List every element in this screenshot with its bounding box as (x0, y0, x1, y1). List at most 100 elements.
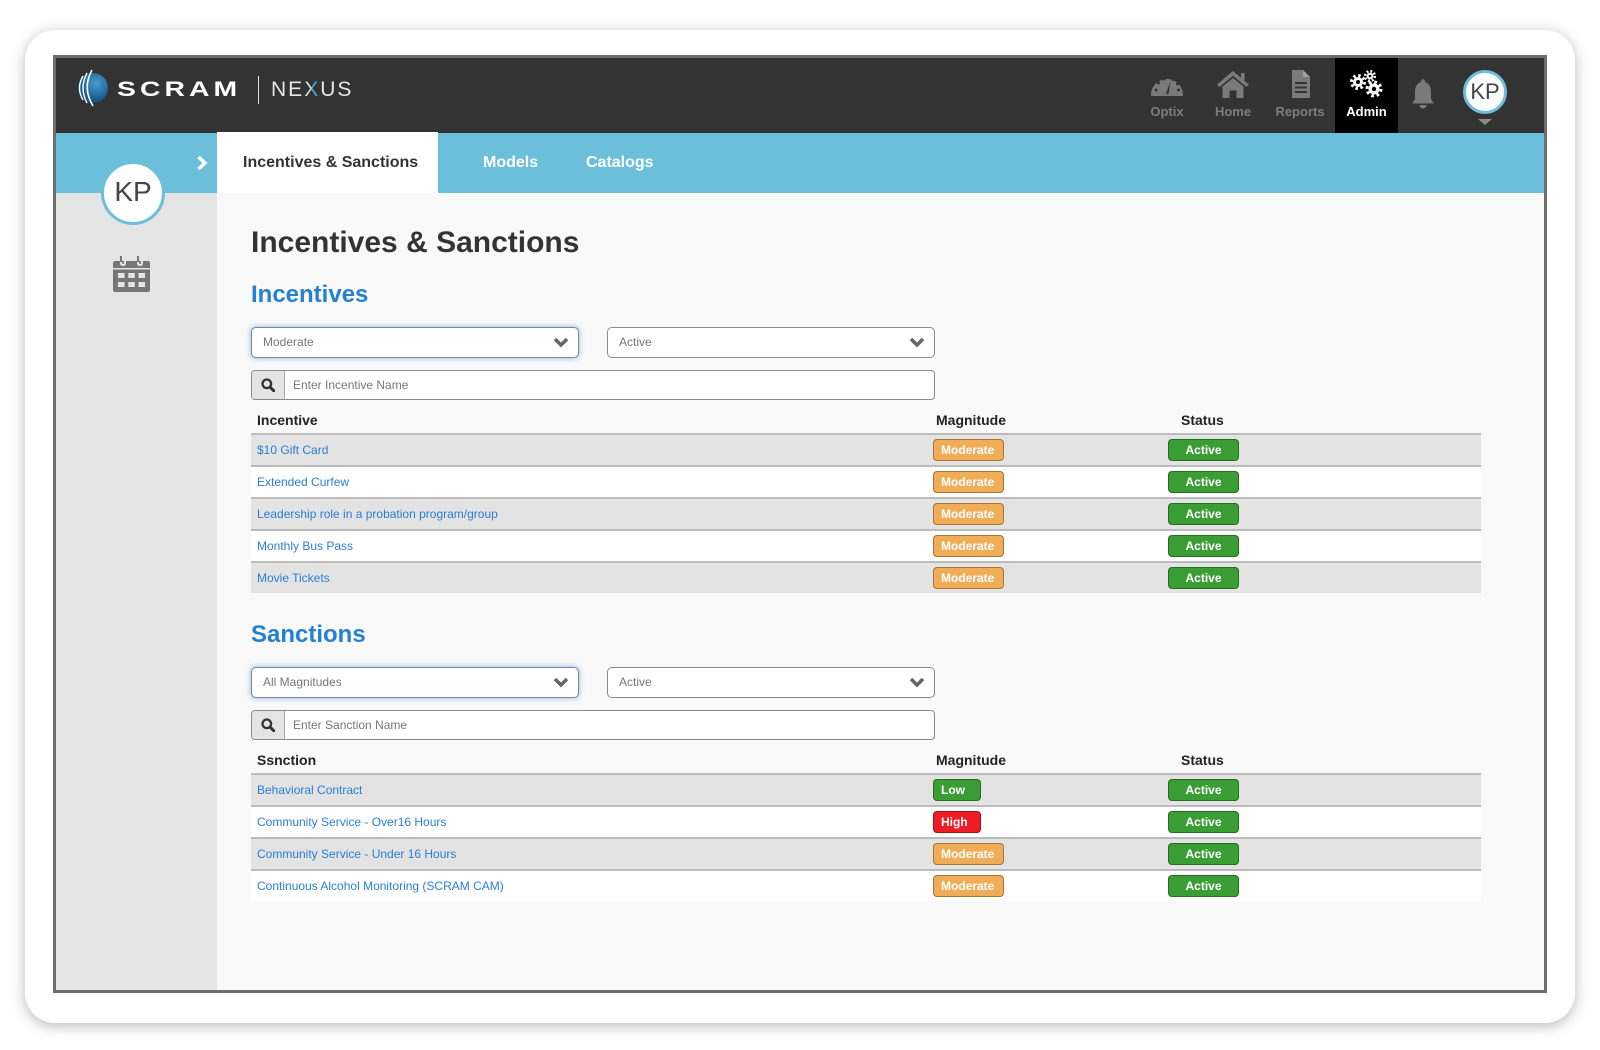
top-header: SCRAM NEXUS Optix Home Reports Admin KP (56, 58, 1544, 133)
table-row: Behavioral Contract Low Active (251, 773, 1481, 805)
caret-down-icon[interactable] (1478, 119, 1492, 125)
status-badge: Active (1168, 535, 1239, 557)
nav-label: Reports (1275, 104, 1325, 119)
tab-models[interactable]: Models (483, 133, 538, 193)
nav-item-admin[interactable]: Admin (1335, 58, 1398, 133)
status-badge: Active (1168, 811, 1239, 833)
table-row: Monthly Bus Pass Moderate Active (251, 529, 1481, 561)
status-badge: Active (1168, 567, 1239, 589)
magnitude-badge: Moderate (933, 535, 1004, 557)
incentives-name-link[interactable]: $10 Gift Card (257, 435, 328, 465)
nav-item-optix[interactable]: Optix (1135, 58, 1199, 133)
sanctions-name-link[interactable]: Community Service - Under 16 Hours (257, 839, 456, 869)
sanctions-name-link[interactable]: Behavioral Contract (257, 775, 362, 805)
nav-label: Home (1214, 104, 1252, 119)
incentive-search-input[interactable] (293, 371, 923, 399)
app-window: SCRAM NEXUS Optix Home Reports Admin KP … (53, 55, 1547, 993)
table-header: Ssnction Magnitude Status (251, 747, 1481, 773)
nav-item-reports[interactable]: Reports (1268, 58, 1332, 133)
status-badge: Active (1168, 471, 1239, 493)
table-row: Extended Curfew Moderate Active (251, 465, 1481, 497)
status-badge: Active (1168, 439, 1239, 461)
incentives-name-link[interactable]: Movie Tickets (257, 563, 330, 593)
tab-label: Catalogs (586, 154, 654, 171)
magnitude-badge: High (933, 811, 981, 833)
nav-label: Optix (1150, 104, 1184, 119)
magnitude-badge: Moderate (933, 567, 1004, 589)
select-value: Active (619, 675, 652, 689)
sanction-status-select[interactable]: Active (607, 667, 935, 698)
table-row: Movie Tickets Moderate Active (251, 561, 1481, 593)
tab-label: Incentives & Sanctions (243, 154, 419, 171)
status-badge: Active (1168, 843, 1239, 865)
search-button[interactable] (252, 371, 285, 399)
brand-divider (258, 76, 259, 104)
select-value: Moderate (263, 335, 314, 349)
bell-icon[interactable] (1410, 78, 1436, 110)
calendar-icon[interactable] (113, 255, 150, 292)
status-badge: Active (1168, 779, 1239, 801)
incentive-search (251, 370, 935, 400)
sanctions-heading: Sanctions (251, 621, 366, 648)
status-badge: Active (1168, 875, 1239, 897)
tab-catalogs[interactable]: Catalogs (586, 133, 654, 193)
magnitude-badge: Moderate (933, 503, 1004, 525)
user-avatar[interactable]: KP (1463, 70, 1507, 114)
table-row: Continuous Alcohol Monitoring (SCRAM CAM… (251, 869, 1481, 901)
sanctions-table: Ssnction Magnitude Status Behavioral Con… (251, 747, 1481, 901)
nav-item-home[interactable]: Home (1201, 58, 1265, 133)
page: SCRAM NEXUS Optix Home Reports Admin KP … (0, 0, 1600, 1050)
column-header-sanction[interactable]: Ssnction (257, 752, 316, 768)
search-button[interactable] (252, 711, 285, 739)
incentive-status-select[interactable]: Active (607, 327, 935, 358)
search-icon (261, 378, 275, 392)
table-row: Leadership role in a probation program/g… (251, 497, 1481, 529)
chevron-down-icon (909, 337, 925, 348)
nav-label: Admin (1346, 104, 1387, 119)
sanction-search (251, 710, 935, 740)
incentive-magnitude-select[interactable]: Moderate (251, 327, 579, 358)
gears-icon (1350, 70, 1383, 98)
chevron-down-icon (553, 677, 569, 688)
product-name: NEXUS (271, 78, 354, 101)
scram-globe-logo-icon (78, 69, 108, 107)
magnitude-badge: Moderate (933, 843, 1004, 865)
home-icon (1217, 71, 1249, 98)
brand-name: SCRAM (117, 78, 242, 101)
tab-incentives-sanctions[interactable]: Incentives & Sanctions (217, 132, 438, 193)
tab-label: Models (483, 154, 539, 171)
chevron-down-icon (909, 677, 925, 688)
incentives-table: Incentive Magnitude Status $10 Gift Card… (251, 407, 1481, 593)
table-body: Behavioral Contract Low Active Community Se… (251, 773, 1481, 901)
sidebar-user-avatar[interactable]: KP (101, 161, 165, 225)
sanction-search-input[interactable] (293, 711, 923, 739)
sanctions-name-link[interactable]: Continuous Alcohol Monitoring (SCRAM CAM… (257, 871, 504, 901)
product-name-accent: X (304, 78, 321, 101)
table-row: $10 Gift Card Moderate Active (251, 433, 1481, 465)
column-header-magnitude[interactable]: Magnitude (936, 752, 1006, 768)
table-header: Incentive Magnitude Status (251, 407, 1481, 433)
magnitude-badge: Moderate (933, 439, 1004, 461)
search-icon (261, 718, 275, 732)
column-header-magnitude[interactable]: Magnitude (936, 412, 1006, 428)
magnitude-badge: Moderate (933, 875, 1004, 897)
chevron-right-icon[interactable] (196, 155, 208, 171)
sanctions-name-link[interactable]: Community Service - Over16 Hours (257, 807, 446, 837)
status-badge: Active (1168, 503, 1239, 525)
incentives-name-link[interactable]: Extended Curfew (257, 467, 349, 497)
column-header-incentive[interactable]: Incentive (257, 412, 318, 428)
incentives-name-link[interactable]: Leadership role in a probation program/g… (257, 499, 498, 529)
column-header-status[interactable]: Status (1181, 752, 1224, 768)
incentives-heading: Incentives (251, 281, 369, 308)
column-header-status[interactable]: Status (1181, 412, 1224, 428)
table-body: $10 Gift Card Moderate Active Extended Curf… (251, 433, 1481, 593)
chevron-down-icon (553, 337, 569, 348)
sidebar (56, 193, 217, 990)
document-icon (1292, 70, 1310, 98)
page-title: Incentives & Sanctions (251, 226, 580, 259)
select-value: Active (619, 335, 652, 349)
sanction-magnitude-select[interactable]: All Magnitudes (251, 667, 579, 698)
gauge-icon (1151, 77, 1183, 96)
incentives-name-link[interactable]: Monthly Bus Pass (257, 531, 353, 561)
magnitude-badge: Moderate (933, 471, 1004, 493)
